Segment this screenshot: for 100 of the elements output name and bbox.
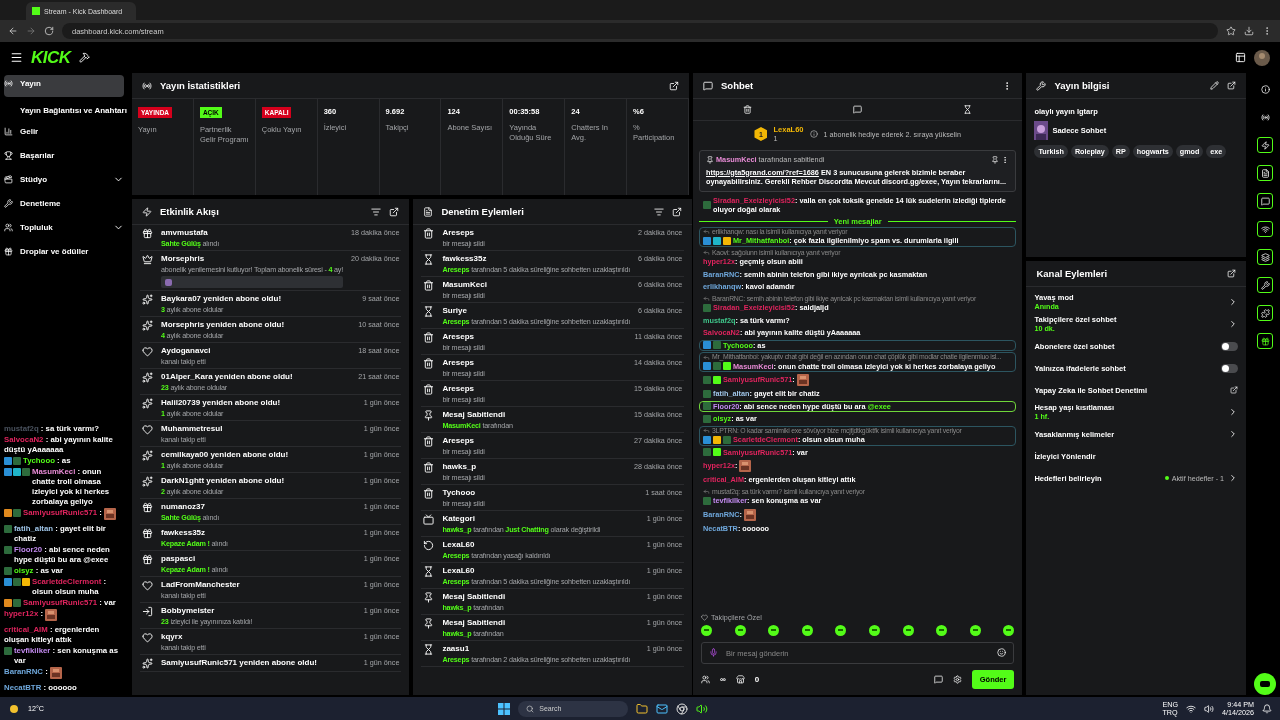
external-link-icon [1230, 386, 1239, 394]
emote-icon[interactable] [768, 625, 780, 636]
hammer-icon[interactable] [78, 52, 90, 63]
chat-icon[interactable] [853, 105, 863, 114]
filter-icon[interactable] [654, 206, 665, 217]
toggle-switch[interactable] [1221, 341, 1239, 351]
sidebar-item[interactable]: Topluluk [4, 219, 124, 241]
event-title: Mesaj Sabitlendi [442, 592, 507, 601]
event-title: LexaL60 [442, 540, 476, 549]
trash-icon [423, 488, 435, 499]
heart-icon [142, 346, 153, 357]
users-icon [4, 222, 13, 232]
emoji-icon[interactable] [997, 648, 1007, 657]
popout-icon[interactable] [672, 206, 683, 217]
kick-favicon-icon [32, 7, 40, 15]
wrench-icon [4, 198, 13, 208]
edit-icon[interactable] [1210, 81, 1220, 90]
sidebar-item[interactable]: Gelir [4, 123, 124, 145]
wrench-icon [1036, 80, 1047, 91]
event-title: Bobbymeister [161, 606, 216, 615]
event-title: Areseps [442, 228, 475, 237]
emote-icon[interactable] [868, 625, 880, 636]
search-icon [526, 704, 535, 713]
emote-icon[interactable] [936, 625, 948, 636]
menu-icon[interactable] [10, 51, 23, 64]
sparkles-icon [142, 450, 153, 461]
widget-toggle-button[interactable] [1257, 249, 1274, 265]
widget-toggle-button[interactable] [1257, 277, 1274, 293]
hourglass-icon[interactable] [963, 105, 973, 114]
forward-icon[interactable] [26, 26, 36, 36]
chat-icon[interactable] [933, 675, 943, 684]
chart-icon [4, 126, 13, 136]
wifi-icon[interactable] [1186, 703, 1196, 714]
back-icon[interactable] [8, 26, 18, 36]
sidebar-item[interactable]: Droplar ve ödüller [4, 243, 124, 265]
badge-icon [703, 303, 711, 312]
layout-icon[interactable] [1235, 52, 1246, 63]
widget-toggle-button[interactable] [1257, 305, 1274, 321]
logo[interactable]: KICK [31, 47, 71, 68]
event-title: Areseps [442, 436, 475, 445]
star-icon[interactable] [1226, 26, 1236, 36]
avatar[interactable] [1254, 49, 1270, 66]
volume-icon[interactable] [1204, 703, 1214, 714]
event-title: fawkess35z [161, 528, 207, 537]
trash-icon [423, 332, 435, 343]
status-dot [1164, 476, 1169, 480]
emote-icon[interactable] [969, 625, 981, 636]
emote-icon [103, 508, 116, 520]
widget-toggle-button[interactable] [1257, 193, 1274, 209]
widget-toggle-button[interactable] [1257, 221, 1274, 237]
widget-toggle-button[interactable] [1257, 165, 1274, 181]
emote-icon [49, 667, 62, 679]
badge-icon [4, 647, 12, 655]
emote-icon[interactable] [835, 625, 847, 636]
sidebar-item[interactable]: Denetleme [4, 195, 124, 217]
widget-toggle-button[interactable] [1257, 137, 1274, 153]
popout-icon[interactable] [669, 80, 679, 91]
filter-icon[interactable] [371, 206, 382, 217]
widget-icon [1260, 168, 1270, 178]
clapperboard-icon [4, 174, 13, 184]
unpin-icon[interactable] [991, 155, 1000, 164]
toggle-switch[interactable] [1221, 363, 1239, 373]
event-title: Morsephris [161, 254, 206, 263]
sidebar-item[interactable]: Başarılar [4, 147, 124, 169]
sidebar-item[interactable]: Stüdyo [4, 171, 124, 193]
folder-icon[interactable] [636, 702, 649, 715]
emote-icon[interactable] [801, 625, 813, 636]
event-title: Suriye [442, 306, 468, 315]
emote-icon [796, 374, 809, 386]
trash-icon[interactable] [743, 105, 753, 114]
mail-icon[interactable] [656, 702, 669, 715]
emote-icon[interactable] [1003, 625, 1015, 636]
sparkles-icon [142, 658, 153, 669]
start-icon[interactable] [498, 702, 511, 715]
widget-icon [1260, 84, 1270, 94]
sparkles-icon [142, 398, 153, 409]
popout-icon[interactable] [1227, 81, 1237, 90]
widget-icon [1260, 196, 1270, 206]
browser-icon[interactable] [676, 702, 689, 715]
widget-toggle-button[interactable] [1257, 333, 1274, 349]
gift-icon [4, 246, 13, 256]
download-icon[interactable] [1244, 26, 1254, 36]
bell-icon[interactable] [1262, 703, 1272, 714]
emote-icon[interactable] [734, 625, 746, 636]
hourglass-icon [423, 306, 435, 317]
reload-icon[interactable] [44, 26, 54, 36]
event-title: hawks_p [442, 462, 478, 471]
event-title: Mesaj Sabitlendi [442, 618, 507, 627]
sidebar-item[interactable]: Yayın [4, 75, 124, 97]
trash-icon [423, 436, 435, 447]
emote-icon[interactable] [902, 625, 914, 636]
widget-icon [1260, 308, 1270, 318]
reply-icon [703, 427, 710, 435]
sparkles-icon [142, 320, 153, 331]
hourglass-icon [423, 254, 435, 265]
emote-icon[interactable] [701, 625, 712, 636]
popout-icon[interactable] [1227, 269, 1237, 278]
settings-icon[interactable] [952, 675, 962, 684]
popout-icon[interactable] [389, 206, 400, 217]
chat-bubble-icon[interactable] [1254, 673, 1277, 695]
